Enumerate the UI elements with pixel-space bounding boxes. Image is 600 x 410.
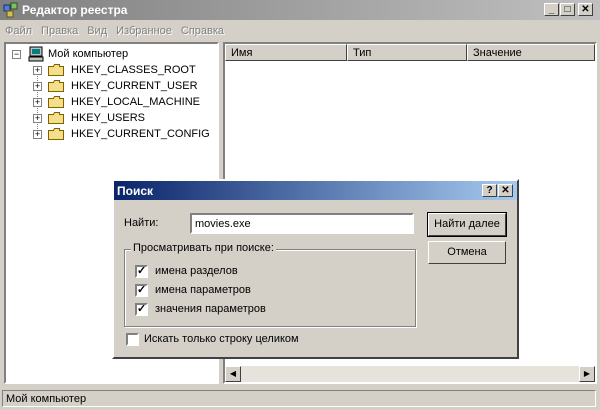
expand-icon[interactable]: +	[33, 114, 42, 123]
menu-bar: Файл Правка Вид Избранное Справка	[0, 21, 600, 41]
checkbox-values[interactable]: ✓	[135, 284, 148, 297]
dialog-titlebar[interactable]: Поиск ? ✕	[114, 181, 517, 200]
checkbox-whole-string-label: Искать только строку целиком	[144, 333, 299, 345]
tree-item-label: HKEY_CLASSES_ROOT	[71, 64, 196, 76]
search-in-group: Просматривать при поиске: ✓ имена раздел…	[124, 242, 416, 327]
tree-item-label: HKEY_USERS	[71, 112, 145, 124]
main-titlebar[interactable]: Редактор реестра _ □ ✕	[0, 0, 600, 20]
find-dialog: Поиск ? ✕ Найти: Найти далее Отмена Прос…	[112, 179, 519, 359]
maximize-button[interactable]: □	[560, 3, 575, 16]
scroll-right-button[interactable]: ▶	[579, 366, 595, 382]
menu-view[interactable]: Вид	[82, 21, 111, 37]
checkbox-keys-label: имена разделов	[155, 265, 238, 277]
find-next-button[interactable]: Найти далее	[427, 212, 507, 237]
menu-edit[interactable]: Правка	[36, 21, 82, 37]
status-text: Мой компьютер	[2, 390, 596, 407]
cancel-button[interactable]: Отмена	[428, 241, 506, 264]
find-label: Найти:	[124, 217, 159, 229]
expand-icon[interactable]: +	[33, 130, 42, 139]
close-button[interactable]: ✕	[578, 3, 593, 16]
computer-icon	[28, 46, 44, 62]
tree-root-label: Мой компьютер	[48, 48, 129, 60]
status-bar: Мой компьютер	[0, 388, 600, 410]
folder-icon	[48, 96, 64, 108]
collapse-icon[interactable]: −	[12, 50, 21, 59]
window-title: Редактор реестра	[22, 3, 128, 17]
horizontal-scrollbar[interactable]: ◀ ▶	[225, 366, 595, 382]
folder-icon	[48, 112, 64, 124]
column-value[interactable]: Значение	[467, 44, 595, 61]
checkbox-keys[interactable]: ✓	[135, 265, 148, 278]
find-input[interactable]	[190, 213, 414, 234]
checkbox-whole-string[interactable]	[126, 333, 139, 346]
tree-item-label: HKEY_CURRENT_CONFIG	[71, 128, 210, 140]
folder-icon	[48, 128, 64, 140]
registry-editor-icon	[3, 2, 18, 18]
column-name[interactable]: Имя	[225, 44, 347, 61]
tree-item-label: HKEY_CURRENT_USER	[71, 80, 198, 92]
folder-icon	[48, 64, 64, 76]
scroll-left-button[interactable]: ◀	[225, 366, 241, 382]
expand-icon[interactable]: +	[33, 98, 42, 107]
folder-icon	[48, 80, 64, 92]
expand-icon[interactable]: +	[33, 66, 42, 75]
tree-item-label: HKEY_LOCAL_MACHINE	[71, 96, 200, 108]
help-button[interactable]: ?	[482, 184, 497, 197]
checkbox-data-label: значения параметров	[155, 303, 266, 315]
menu-file[interactable]: Файл	[0, 21, 36, 37]
expand-icon[interactable]: +	[33, 82, 42, 91]
checkbox-data[interactable]: ✓	[135, 303, 148, 316]
dialog-title: Поиск	[117, 184, 154, 198]
menu-help[interactable]: Справка	[176, 21, 228, 37]
minimize-button[interactable]: _	[544, 3, 559, 16]
column-type[interactable]: Тип	[347, 44, 467, 61]
menu-favorites[interactable]: Избранное	[111, 21, 176, 37]
group-label: Просматривать при поиске:	[131, 242, 276, 254]
checkbox-values-label: имена параметров	[155, 284, 251, 296]
dialog-close-button[interactable]: ✕	[498, 184, 513, 197]
